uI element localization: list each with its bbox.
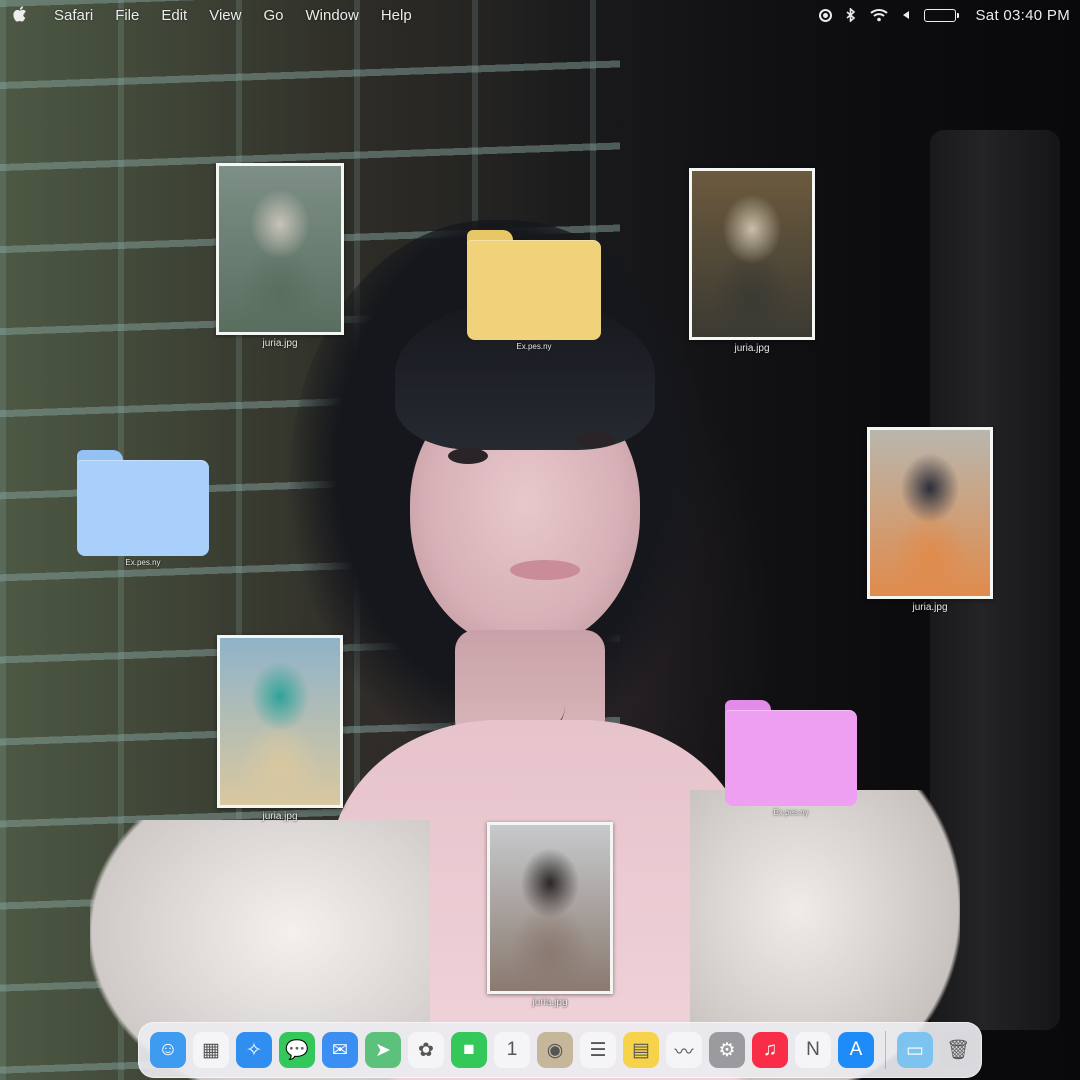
- maps-icon[interactable]: ➤: [365, 1032, 401, 1068]
- dock-separator: [885, 1031, 886, 1069]
- folder-body: [77, 460, 209, 556]
- desktop-photo-file[interactable]: juria.jpg: [487, 822, 613, 1008]
- folder-name-label: Ex.pes.ny: [773, 808, 809, 817]
- folder-icon: [77, 450, 209, 556]
- photo-thumbnail: [689, 168, 815, 340]
- wallpaper-figure-eye: [448, 448, 488, 464]
- photos-icon[interactable]: ✿: [408, 1032, 444, 1068]
- file-name-label: juria.jpg: [262, 811, 298, 822]
- freeform-icon[interactable]: 〰: [666, 1032, 702, 1068]
- photo-thumbnail: [217, 635, 343, 808]
- bluetooth-icon[interactable]: [845, 6, 856, 24]
- file-name-label: juria.jpg: [532, 997, 568, 1008]
- folder-body: [467, 240, 601, 340]
- dock: ☺ ▦ ✧ 💬 ✉ ➤ ✿ ■ 1 ◉ ☰ ▤ 〰 ⚙ ♫ N A ▭ 🗑: [138, 1022, 982, 1078]
- wifi-icon[interactable]: [869, 6, 888, 24]
- screen-recording-ring: [818, 8, 832, 22]
- file-name-label: juria.jpg: [734, 343, 770, 354]
- contacts-icon[interactable]: ◉: [537, 1032, 573, 1068]
- photo-image: [870, 430, 990, 596]
- calendar-icon[interactable]: 1: [494, 1032, 530, 1068]
- menu-clock[interactable]: Sat 03:40 PM: [976, 7, 1071, 24]
- menu-file[interactable]: File: [115, 7, 139, 24]
- desktop-photo-file[interactable]: juria.jpg: [867, 427, 993, 613]
- menu-go[interactable]: Go: [263, 7, 283, 24]
- screen-recording-icon[interactable]: [818, 6, 832, 24]
- menu-bar: Safari File Edit View Go Window Help Sat…: [0, 0, 1080, 30]
- folder-name-label: Ex.pes.ny: [125, 558, 161, 567]
- trash-icon[interactable]: 🗑: [940, 1032, 976, 1068]
- battery-outline: [923, 8, 959, 22]
- menu-window[interactable]: Window: [305, 7, 358, 24]
- photo-image: [692, 171, 812, 337]
- battery-icon[interactable]: [923, 6, 959, 24]
- wifi-glyph: [869, 9, 888, 22]
- facetime-icon[interactable]: ■: [451, 1032, 487, 1068]
- photo-thumbnail: [867, 427, 993, 599]
- folder-name-label: Ex.pes.ny: [516, 342, 552, 351]
- settings-icon[interactable]: ⚙: [709, 1032, 745, 1068]
- folder-body: [725, 710, 857, 806]
- messages-icon[interactable]: 💬: [279, 1032, 315, 1068]
- launchpad-icon[interactable]: ▦: [193, 1032, 229, 1068]
- apple-icon-glyph: [13, 6, 26, 22]
- finder-icon[interactable]: ☺: [150, 1032, 186, 1068]
- photo-image: [220, 638, 340, 805]
- folder-icon: [467, 230, 601, 340]
- wallpaper-figure-eye: [575, 432, 615, 448]
- status-area: Sat 03:40 PM: [818, 0, 1071, 30]
- desktop-folder[interactable]: Ex.pes.ny: [467, 230, 601, 351]
- downloads-folder-icon[interactable]: ▭: [897, 1032, 933, 1068]
- menu-edit[interactable]: Edit: [161, 7, 187, 24]
- apple-icon[interactable]: [12, 6, 28, 24]
- music-icon[interactable]: ♫: [752, 1032, 788, 1068]
- file-name-label: juria.jpg: [912, 602, 948, 613]
- photo-image: [490, 825, 610, 991]
- desktop-folder[interactable]: Ex.pes.ny: [725, 700, 857, 817]
- folder-icon: [725, 700, 857, 806]
- menu-safari[interactable]: Safari: [54, 7, 93, 24]
- safari-icon[interactable]: ✧: [236, 1032, 272, 1068]
- wallpaper-figure-lips: [510, 560, 580, 580]
- bluetooth-glyph: [845, 8, 855, 22]
- mail-icon[interactable]: ✉: [322, 1032, 358, 1068]
- volume-glyph: [902, 11, 909, 19]
- desktop-folder[interactable]: Ex.pes.ny: [77, 450, 209, 567]
- photo-image: [219, 166, 341, 332]
- notes-icon[interactable]: ▤: [623, 1032, 659, 1068]
- menu-help[interactable]: Help: [381, 7, 412, 24]
- volume-icon[interactable]: [902, 6, 910, 24]
- desktop-photo-file[interactable]: juria.jpg: [217, 635, 343, 822]
- photo-thumbnail: [216, 163, 344, 335]
- menu-view[interactable]: View: [209, 7, 241, 24]
- photo-thumbnail: [487, 822, 613, 994]
- news-icon[interactable]: N: [795, 1032, 831, 1068]
- desktop-photo-file[interactable]: juria.jpg: [216, 163, 344, 349]
- desktop-photo-file[interactable]: juria.jpg: [689, 168, 815, 354]
- reminders-icon[interactable]: ☰: [580, 1032, 616, 1068]
- file-name-label: juria.jpg: [262, 338, 298, 349]
- app-store-icon[interactable]: A: [838, 1032, 874, 1068]
